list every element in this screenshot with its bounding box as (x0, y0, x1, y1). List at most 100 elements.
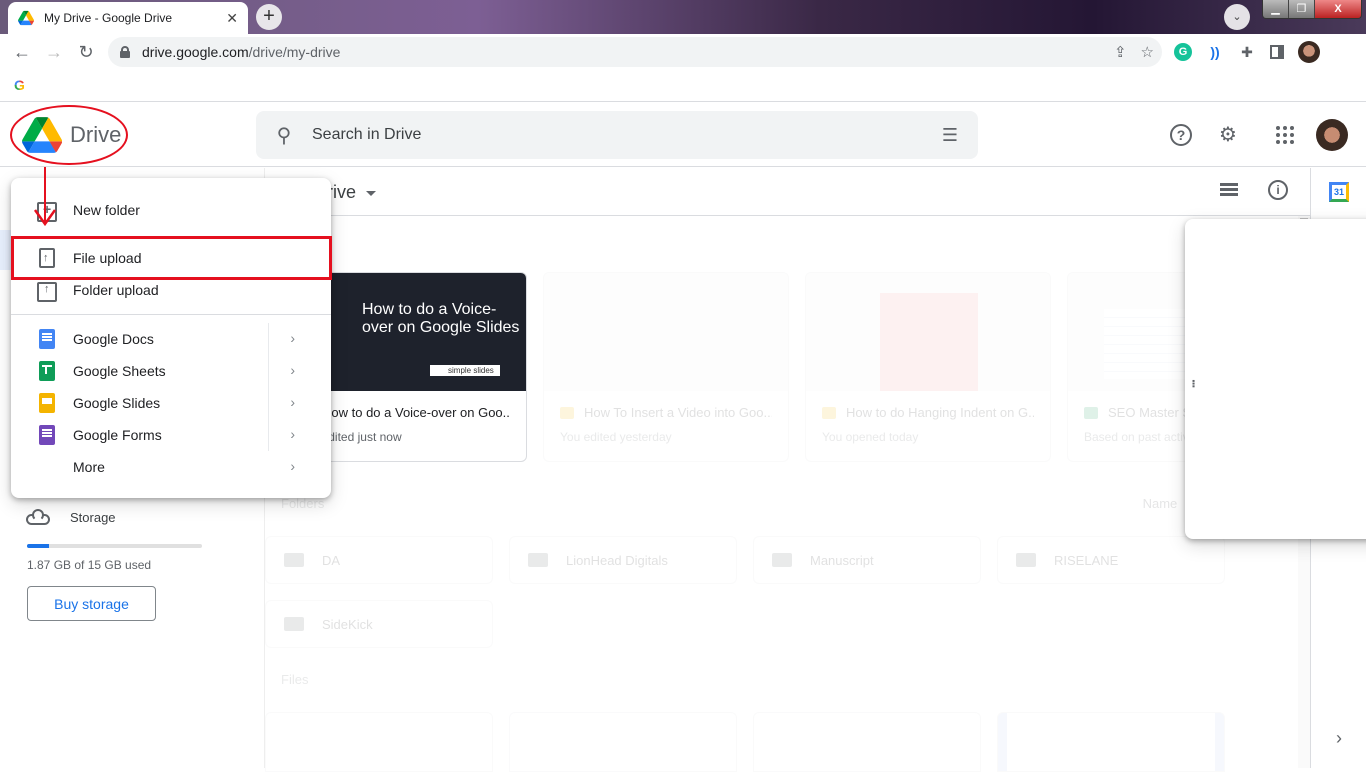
browser-menu-icon[interactable]: ··· (1185, 219, 1366, 539)
menu-item-new-folder[interactable]: New folder (11, 194, 331, 226)
share-icon[interactable]: ⇪ (1114, 43, 1127, 61)
profile-avatar[interactable] (1298, 41, 1320, 63)
chevron-right-icon[interactable]: › (290, 426, 295, 442)
menu-divider (11, 314, 331, 315)
card-title-text: How To Insert a Video into Goo... (584, 405, 772, 420)
google-bookmark-icon[interactable]: G (14, 77, 25, 93)
help-icon[interactable]: ? (1170, 124, 1192, 146)
tab-search-chevron-icon[interactable]: ⌄ (1224, 4, 1250, 30)
menu-item-google-docs[interactable]: Google Docs › (11, 323, 331, 355)
menu-item-label: Google Slides (73, 395, 161, 411)
suggested-card[interactable]: How to do Hanging Indent on G... You ope… (805, 272, 1051, 462)
folder-name: DA (322, 552, 341, 568)
new-tab-button[interactable]: + (256, 4, 282, 30)
sheets-file-icon (1084, 406, 1098, 419)
menu-item-more[interactable]: More › (11, 451, 331, 483)
folder-item[interactable]: Manuscript (753, 536, 981, 584)
browser-tab[interactable]: My Drive - Google Drive ✕ (8, 2, 248, 34)
folder-item[interactable]: LionHead Digitals (509, 536, 737, 584)
bookmarks-bar: G (0, 70, 1366, 102)
chevron-right-icon[interactable]: › (290, 458, 295, 474)
folders-grid: DA LionHead Digitals Manuscript RISELANE… (265, 536, 1225, 648)
menu-separator (268, 419, 269, 451)
menu-item-label: Google Forms (73, 427, 162, 443)
folder-upload-icon (37, 282, 57, 302)
folder-item[interactable]: RISELANE (997, 536, 1225, 584)
chevron-right-icon[interactable]: › (290, 394, 295, 410)
folder-name: LionHead Digitals (566, 552, 668, 568)
google-apps-icon[interactable] (1276, 126, 1294, 144)
menu-item-file-upload[interactable]: File upload (11, 242, 331, 274)
grammarly-extension-icon[interactable]: G (1174, 43, 1192, 61)
menu-item-label: More (73, 459, 105, 475)
drive-favicon-icon (18, 10, 34, 26)
card-title: How to do Hanging Indent on G... (822, 405, 1034, 420)
close-window-button[interactable]: X (1315, 0, 1361, 18)
menu-item-folder-upload[interactable]: Folder upload (11, 274, 331, 306)
chevron-right-icon[interactable]: › (290, 362, 295, 378)
folder-icon (772, 553, 792, 567)
files-label: Files (281, 672, 309, 687)
side-panel-icon[interactable] (1270, 45, 1284, 59)
folder-item[interactable]: DA (265, 536, 493, 584)
menu-separator (268, 323, 269, 355)
search-bar[interactable]: ⚲ ☰ (256, 111, 978, 159)
folder-name: SideKick (322, 616, 373, 632)
settings-gear-icon[interactable]: ⚙ (1210, 117, 1246, 153)
file-card[interactable] (997, 712, 1225, 772)
menu-item-google-sheets[interactable]: Google Sheets › (11, 355, 331, 387)
expand-panel-chevron-icon[interactable]: › (1325, 724, 1353, 752)
storage-nav-item[interactable]: Storage (0, 502, 264, 532)
forms-icon (39, 425, 55, 445)
storage-progress-bar (27, 544, 202, 548)
folders-label: Folders (281, 496, 325, 511)
thumbnail-brand: simple slides (430, 365, 500, 376)
folders-header: Folders Name ↑ (281, 496, 1295, 511)
extensions-puzzle-icon[interactable]: ✚ (1238, 43, 1256, 61)
url-host: drive.google.com (142, 44, 249, 60)
menu-item-google-slides[interactable]: Google Slides › (11, 387, 331, 419)
suggested-cards: How to do a Voice-over on Google Slides … (281, 272, 1313, 462)
forward-arrow-icon[interactable]: → (38, 42, 70, 63)
reload-icon[interactable]: ↻ (70, 42, 102, 63)
search-input[interactable] (312, 126, 922, 144)
folder-item[interactable]: SideKick (265, 600, 493, 648)
menu-item-label: Folder upload (73, 282, 159, 298)
search-options-tune-icon[interactable]: ☰ (922, 125, 978, 146)
card-subtitle: You opened today (822, 430, 919, 444)
account-avatar[interactable] (1316, 119, 1348, 151)
folder-icon (284, 617, 304, 631)
minimize-button[interactable]: ▁ (1263, 0, 1289, 18)
folder-icon (1016, 553, 1036, 567)
search-icon[interactable]: ⚲ (256, 123, 312, 148)
card-subtitle: You edited yesterday (560, 430, 672, 444)
buy-storage-button[interactable]: Buy storage (27, 586, 156, 621)
storage-progress-fill (27, 544, 49, 548)
lock-icon[interactable] (120, 46, 130, 58)
cloud-icon (26, 509, 52, 525)
main-content: My Drive i How to do a Voice-over on Goo… (264, 168, 1313, 772)
bookmark-star-icon[interactable]: ☆ (1141, 43, 1154, 61)
card-thumbnail (806, 273, 1050, 391)
suggested-card[interactable]: How To Insert a Video into Goo... You ed… (543, 272, 789, 462)
restore-button[interactable]: ❐ (1289, 0, 1315, 18)
menu-item-google-forms[interactable]: Google Forms › (11, 419, 331, 451)
menu-separator (268, 387, 269, 419)
chevron-right-icon[interactable]: › (290, 330, 295, 346)
url-path: /drive/my-drive (248, 44, 341, 60)
drive-logo[interactable]: Drive (22, 117, 121, 153)
list-view-icon[interactable] (1220, 183, 1238, 197)
file-card[interactable] (753, 712, 981, 772)
annotation-arrow-head-icon (33, 209, 57, 227)
back-arrow-icon[interactable]: ← (6, 42, 38, 63)
file-card[interactable] (265, 712, 493, 772)
info-icon[interactable]: i (1268, 180, 1288, 200)
storage-used-text: 1.87 GB of 15 GB used (27, 558, 152, 572)
address-bar[interactable]: drive.google.com/drive/my-drive ⇪ ☆ (108, 37, 1162, 67)
calendar-icon[interactable]: 31 (1329, 182, 1349, 202)
close-tab-icon[interactable]: ✕ (226, 10, 238, 27)
file-card[interactable] (509, 712, 737, 772)
slides-file-icon (822, 406, 836, 419)
sort-by-name-button[interactable]: Name ↑ (1143, 496, 1191, 511)
wave-extension-icon[interactable]: )) (1206, 43, 1224, 61)
